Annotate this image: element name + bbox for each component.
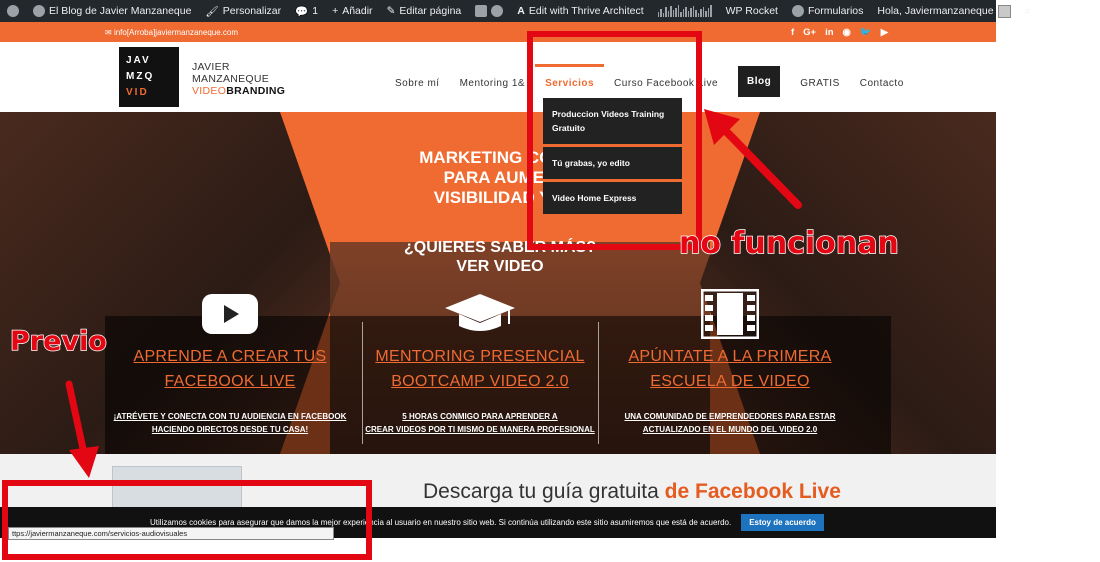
service-description: CREAR VIDEOS POR TI MISMO DE MANERA PROF… [365, 425, 595, 434]
stats-sparkline[interactable] [651, 0, 719, 22]
avatar [997, 4, 1011, 18]
admin-site-link[interactable]: El Blog de Javier Manzaneque [26, 0, 198, 22]
brand-name[interactable]: JAVIER MANZANEQUE VIDEOBRANDING [192, 61, 285, 97]
admin-edit-label: Editar página [399, 5, 462, 17]
service-column-escuela[interactable]: APÚNTATE A LA PRIMERA ESCUELA DE VIDEO U… [605, 289, 855, 436]
admin-search-button[interactable]: ⌕ [1018, 0, 1038, 22]
admin-add-label: Añadir [342, 5, 373, 17]
admin-add-link[interactable]: + Añadir [325, 0, 380, 22]
seo-status-icon [491, 5, 504, 17]
yoast-link[interactable] [468, 0, 510, 22]
hero-sub-line-2: VER VIDEO [456, 258, 544, 275]
brand-tag-video: VIDEO [192, 85, 227, 97]
facebook-icon[interactable]: f [791, 27, 794, 38]
admin-customize-link[interactable]: 🖌 Personalizar [198, 0, 288, 22]
site-header: JAV MZQ VID JAVIER MANZANEQUE VIDEOBRAND… [0, 42, 996, 112]
pencil-icon: ✎ [386, 5, 396, 17]
forms-link[interactable]: Formularios [785, 0, 870, 22]
site-logo[interactable]: JAV MZQ VID [119, 47, 179, 107]
service-heading: FACEBOOK LIVE [164, 373, 296, 390]
google-plus-icon[interactable]: G+ [803, 27, 816, 38]
brush-icon: 🖌 [205, 5, 219, 18]
brand-first-name: JAVIER [192, 61, 230, 73]
nav-item-gratis[interactable]: GRATIS [800, 78, 839, 89]
annotation-note-no-funcionan: no funcionan [678, 225, 899, 262]
thrive-icon: A [517, 5, 525, 17]
graduation-cap-icon [355, 292, 605, 336]
wp-admin-bar: El Blog de Javier Manzaneque 🖌 Personaliz… [0, 0, 1030, 22]
service-heading: APÚNTATE A LA PRIMERA [628, 348, 832, 365]
annotation-box-dropdown [527, 31, 702, 250]
admin-comments-link[interactable]: 💬 1 [288, 0, 325, 22]
search-icon: ⌕ [1024, 4, 1031, 17]
forms-icon [791, 5, 804, 17]
hero-section: MARKETING CON V PARA AUMEN VISIBILIDAD Y… [0, 112, 996, 454]
sparkline-icon [657, 5, 712, 17]
nav-item-mentoring[interactable]: Mentoring 1& [460, 78, 525, 89]
rss-icon[interactable]: ◉ [843, 27, 851, 38]
service-description: ¡ATRÉVETE Y CONECTA CON TU AUDIENCIA EN … [113, 412, 347, 421]
wprocket-label: WP Rocket [725, 5, 778, 17]
service-description: ACTUALIZADO EN EL MUNDO DEL VIDEO 2.0 [642, 425, 818, 434]
contact-email[interactable]: ✉ info[Arroba]javiermanzaneque.com [105, 28, 238, 37]
annotation-note-previo: Previo [9, 325, 107, 358]
download-title-plain: Descarga tu guía gratuita [423, 480, 665, 503]
nav-item-blog[interactable]: Blog [738, 66, 781, 97]
nav-item-sobre-mi[interactable]: Sobre mí [395, 78, 440, 89]
comment-icon: 💬 [295, 5, 309, 18]
contact-email-text: info[Arroba]javiermanzaneque.com [113, 27, 239, 37]
service-column-mentoring[interactable]: MENTORING PRESENCIAL BOOTCAMP VIDEO 2.0 … [355, 292, 605, 436]
yoast-icon [475, 5, 488, 17]
service-heading: ESCUELA DE VIDEO [650, 373, 810, 390]
wordpress-logo-icon[interactable] [0, 0, 26, 22]
service-column-facebook-live[interactable]: APRENDE A CREAR TUS FACEBOOK LIVE ¡ATRÉV… [105, 292, 355, 436]
service-description: 5 HORAS CONMIGO PARA APRENDER A [402, 412, 558, 421]
film-strip-icon [605, 289, 855, 339]
admin-site-label: El Blog de Javier Manzaneque [49, 5, 192, 17]
youtube-icon[interactable]: ▶ [881, 27, 888, 38]
logo-row-3: VID [126, 87, 149, 98]
download-title-accent: de Facebook Live [664, 480, 841, 503]
comment-count: 1 [312, 5, 319, 17]
annotation-arrow-down-icon [65, 380, 99, 478]
service-heading: BOOTCAMP VIDEO 2.0 [391, 373, 569, 390]
contact-topbar: ✉ info[Arroba]javiermanzaneque.com f G+ … [0, 22, 996, 42]
admin-greeting: Hola, Javiermanzaneque [877, 5, 994, 17]
admin-customize-label: Personalizar [222, 5, 282, 17]
logo-row-2: MZQ [126, 71, 155, 82]
service-heading: APRENDE A CREAR TUS [133, 348, 327, 365]
brand-last-name: MANZANEQUE [192, 73, 270, 85]
twitter-icon[interactable]: 🐦 [860, 27, 872, 38]
annotation-box-status [2, 480, 372, 560]
annotation-arrow-up-left-icon [704, 109, 802, 209]
wprocket-link[interactable]: WP Rocket [719, 0, 785, 22]
dashboard-icon [33, 5, 45, 17]
admin-account-link[interactable]: Hola, Javiermanzaneque [870, 0, 1017, 22]
service-description: UNA COMUNIDAD DE EMPRENDEDORES PARA ESTA… [624, 412, 836, 421]
thrive-label: Edit with Thrive Architect [528, 5, 644, 17]
download-title: Descarga tu guía gratuita de Facebook Li… [423, 480, 841, 504]
logo-row-1: JAV [126, 55, 151, 66]
cookie-accept-button[interactable]: Estoy de acuerdo [741, 514, 824, 531]
admin-edit-link[interactable]: ✎ Editar página [380, 0, 469, 22]
youtube-play-icon [105, 292, 355, 336]
plus-icon: + [332, 5, 339, 17]
linkedin-icon[interactable]: in [825, 27, 833, 38]
service-heading: MENTORING PRESENCIAL [375, 348, 585, 365]
nav-item-contacto[interactable]: Contacto [860, 78, 904, 89]
forms-label: Formularios [807, 5, 864, 17]
thrive-link[interactable]: A Edit with Thrive Architect [510, 0, 650, 22]
brand-tag-branding: BRANDING [226, 85, 286, 97]
social-links: f G+ in ◉ 🐦 ▶ [791, 27, 888, 38]
service-description: HACIENDO DIRECTOS DESDE TU CASA! [151, 425, 309, 434]
